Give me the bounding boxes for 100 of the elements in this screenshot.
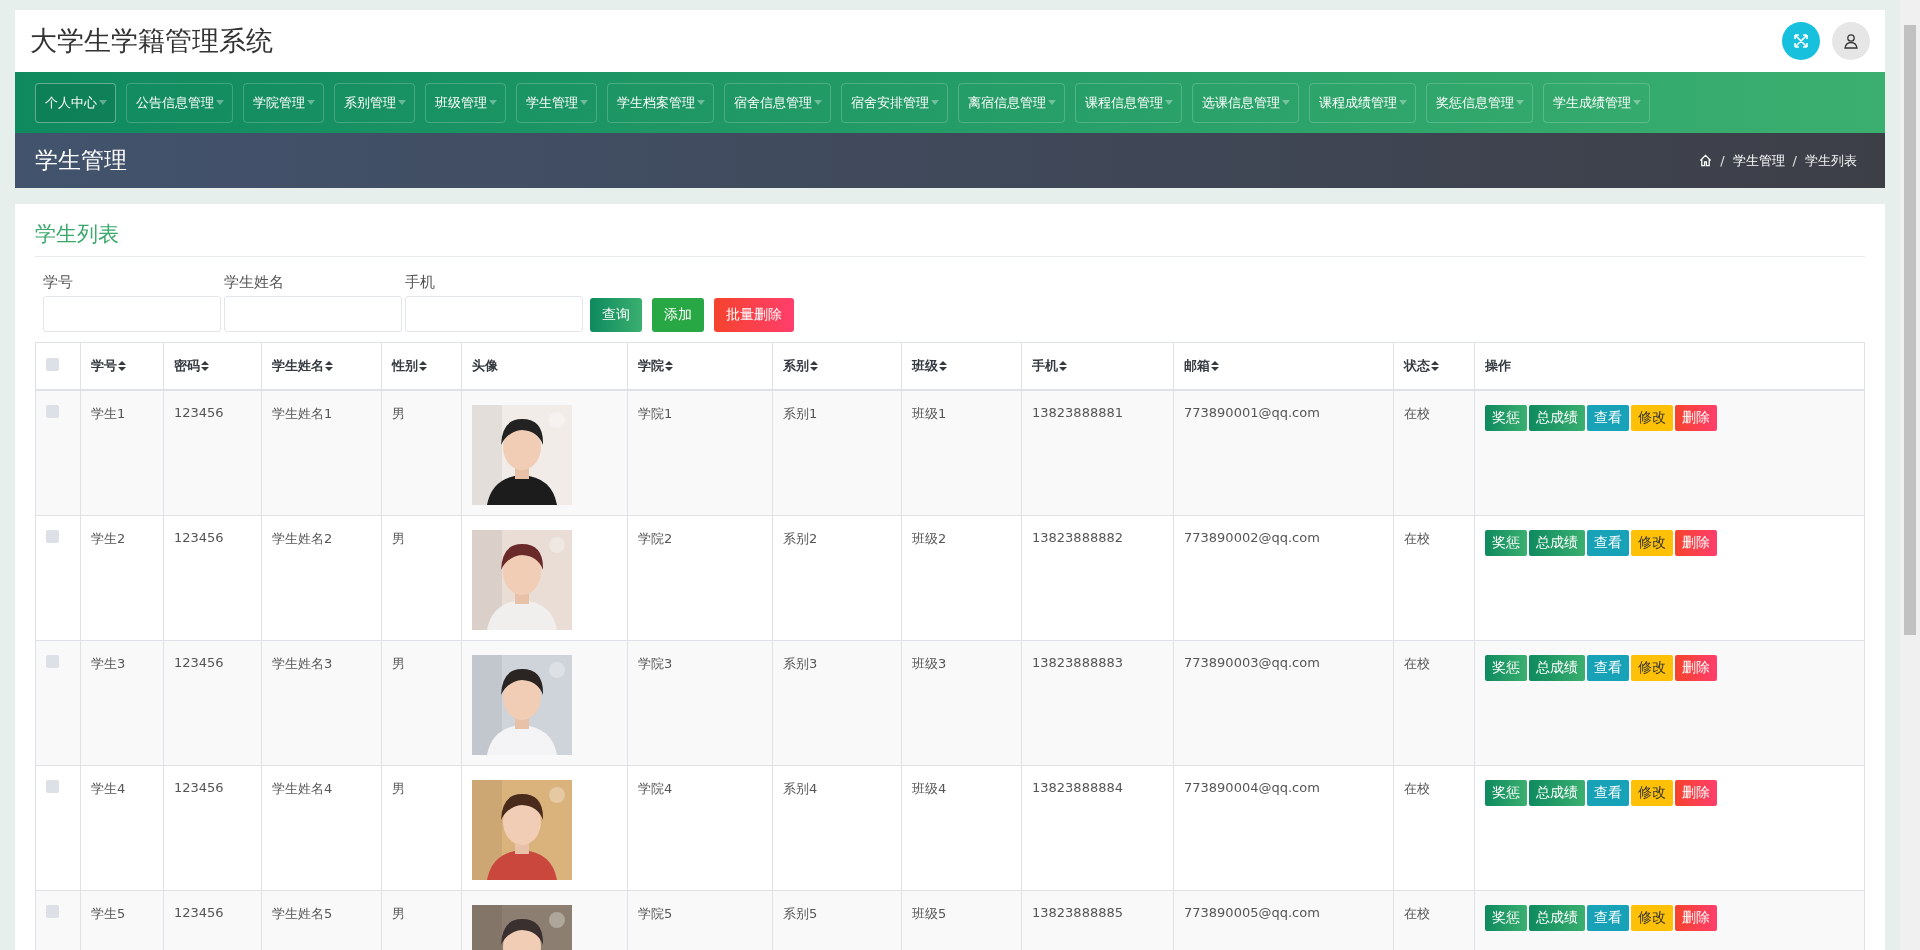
- nav-menu-button[interactable]: 个人中心: [35, 82, 116, 123]
- column-header[interactable]: 班级: [912, 358, 938, 373]
- sort-icon[interactable]: [419, 361, 427, 371]
- add-button[interactable]: 添加: [652, 298, 704, 332]
- delete-button[interactable]: 删除: [1675, 405, 1717, 431]
- delete-button[interactable]: 删除: [1675, 655, 1717, 681]
- column-header[interactable]: 密码: [174, 358, 200, 373]
- edit-button[interactable]: 修改: [1631, 530, 1673, 556]
- delete-button[interactable]: 删除: [1675, 530, 1717, 556]
- checkbox[interactable]: [46, 655, 59, 668]
- caret-icon: [307, 100, 315, 105]
- nav-menu-button[interactable]: 班级管理: [425, 82, 506, 123]
- field-label: 学号: [43, 273, 74, 292]
- table-cell: 13823888881: [1032, 405, 1123, 420]
- nav-menu-button[interactable]: 宿舍信息管理: [724, 82, 831, 123]
- sort-icon[interactable]: [810, 361, 818, 371]
- checkbox[interactable]: [46, 905, 59, 918]
- breadcrumb-link[interactable]: 学生管理: [1732, 151, 1785, 170]
- table-cell: 123456: [174, 655, 224, 670]
- table-cell: 学生姓名3: [272, 656, 333, 671]
- table-cell: 班级5: [912, 906, 947, 921]
- caret-icon: [1516, 100, 1524, 105]
- edit-button[interactable]: 修改: [1631, 905, 1673, 931]
- nav-menu-button[interactable]: 课程成绩管理: [1309, 82, 1416, 123]
- reward-button[interactable]: 奖惩: [1485, 655, 1527, 681]
- table-cell: 男: [392, 781, 405, 796]
- edit-button[interactable]: 修改: [1631, 655, 1673, 681]
- score-button[interactable]: 总成绩: [1529, 780, 1585, 806]
- table-cell: 男: [392, 656, 405, 671]
- sort-icon[interactable]: [201, 361, 209, 371]
- input-field[interactable]: [405, 296, 583, 332]
- score-button[interactable]: 总成绩: [1529, 655, 1585, 681]
- column-header[interactable]: 学生姓名: [272, 358, 324, 373]
- column-header[interactable]: 状态: [1404, 358, 1430, 373]
- nav-menu-button[interactable]: 学院管理: [243, 82, 324, 123]
- nav-menu-button[interactable]: 离宿信息管理: [958, 82, 1065, 123]
- table-cell: 773890005@qq.com: [1184, 905, 1320, 920]
- sort-icon[interactable]: [1211, 361, 1219, 371]
- caret-icon: [580, 100, 588, 105]
- sort-icon[interactable]: [1059, 361, 1067, 371]
- table-cell: 学生4: [91, 781, 126, 796]
- view-button[interactable]: 查看: [1587, 530, 1629, 556]
- nav-menu-button[interactable]: 学生成绩管理: [1543, 82, 1650, 123]
- nav-menu-button[interactable]: 公告信息管理: [126, 82, 233, 123]
- sort-icon[interactable]: [1431, 361, 1439, 371]
- view-button[interactable]: 查看: [1587, 405, 1629, 431]
- table-cell: 学生姓名1: [272, 406, 333, 421]
- home-icon[interactable]: [1699, 154, 1713, 167]
- table-cell: 13823888884: [1032, 780, 1123, 795]
- table-cell: 773890004@qq.com: [1184, 780, 1320, 795]
- nav-menu-button[interactable]: 学生管理: [516, 82, 597, 123]
- field-label: 学生姓名: [224, 273, 285, 292]
- delete-button[interactable]: 删除: [1675, 905, 1717, 931]
- edit-button[interactable]: 修改: [1631, 780, 1673, 806]
- table-cell: 123456: [174, 530, 224, 545]
- reward-button[interactable]: 奖惩: [1485, 780, 1527, 806]
- scrollbar[interactable]: [1900, 0, 1920, 950]
- column-header[interactable]: 手机: [1032, 358, 1058, 373]
- edit-button[interactable]: 修改: [1631, 405, 1673, 431]
- sort-icon[interactable]: [118, 361, 126, 371]
- nav-menu-button[interactable]: 选课信息管理: [1192, 82, 1299, 123]
- column-header[interactable]: 系别: [783, 358, 809, 373]
- table-cell: 学院2: [638, 531, 673, 546]
- reward-button[interactable]: 奖惩: [1485, 905, 1527, 931]
- table-cell: 在校: [1404, 781, 1430, 796]
- input-field[interactable]: [224, 296, 402, 332]
- nav-menu-button[interactable]: 课程信息管理: [1075, 82, 1182, 123]
- nav-menu-button[interactable]: 系别管理: [334, 82, 415, 123]
- table-cell: 123456: [174, 405, 224, 420]
- view-button[interactable]: 查看: [1587, 780, 1629, 806]
- nav-menu-button[interactable]: 宿舍安排管理: [841, 82, 948, 123]
- column-header[interactable]: 邮箱: [1184, 358, 1210, 373]
- user-button[interactable]: [1832, 22, 1870, 60]
- sort-icon[interactable]: [939, 361, 947, 371]
- score-button[interactable]: 总成绩: [1529, 905, 1585, 931]
- search-button[interactable]: 查询: [590, 298, 642, 332]
- caret-icon: [1048, 100, 1056, 105]
- column-header[interactable]: 学院: [638, 358, 664, 373]
- table-cell: 学院4: [638, 781, 673, 796]
- reward-button[interactable]: 奖惩: [1485, 405, 1527, 431]
- column-header[interactable]: 性别: [392, 358, 418, 373]
- nav-menu-button[interactable]: 学生档案管理: [607, 82, 714, 123]
- input-field[interactable]: [43, 296, 221, 332]
- nav-menu-button[interactable]: 奖惩信息管理: [1426, 82, 1533, 123]
- view-button[interactable]: 查看: [1587, 655, 1629, 681]
- sort-icon[interactable]: [665, 361, 673, 371]
- table-cell: 在校: [1404, 906, 1430, 921]
- delete-button[interactable]: 批量删除: [714, 298, 794, 332]
- checkbox[interactable]: [46, 405, 59, 418]
- checkbox[interactable]: [46, 530, 59, 543]
- column-header[interactable]: 学号: [91, 358, 117, 373]
- score-button[interactable]: 总成绩: [1529, 405, 1585, 431]
- view-button[interactable]: 查看: [1587, 905, 1629, 931]
- checkbox[interactable]: [46, 358, 59, 371]
- caret-icon: [1165, 100, 1173, 105]
- delete-button[interactable]: 删除: [1675, 780, 1717, 806]
- reward-button[interactable]: 奖惩: [1485, 530, 1527, 556]
- score-button[interactable]: 总成绩: [1529, 530, 1585, 556]
- checkbox[interactable]: [46, 780, 59, 793]
- sort-icon[interactable]: [325, 361, 333, 371]
